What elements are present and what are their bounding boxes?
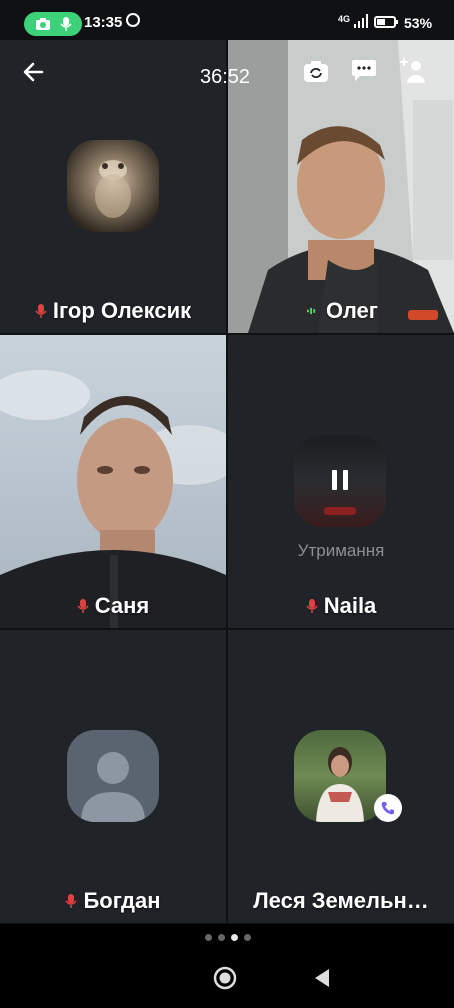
- battery-icon: [374, 16, 398, 28]
- participant-avatar: [67, 140, 159, 232]
- microphone-icon: [59, 17, 72, 31]
- page-dot[interactable]: [244, 934, 251, 941]
- user-silhouette-icon: [81, 752, 145, 822]
- network-type: 4G: [338, 14, 351, 24]
- participant-avatar: [294, 435, 386, 527]
- page-dot[interactable]: [205, 934, 212, 941]
- participant-tile[interactable]: Саня: [0, 335, 226, 628]
- hold-status: Утримання: [297, 541, 385, 560]
- call-timer: 36:52: [200, 66, 251, 88]
- participant-tile[interactable]: Богдан: [0, 630, 226, 923]
- home-button-icon[interactable]: [213, 966, 237, 990]
- battery-percentage: 53%: [404, 15, 433, 31]
- muted-microphone-icon: [77, 599, 89, 613]
- switch-camera-icon[interactable]: [302, 58, 330, 86]
- back-arrow-icon[interactable]: [20, 58, 48, 86]
- participant-name: Ігор Олексик: [52, 298, 192, 323]
- avatar-photo-icon: [316, 747, 364, 822]
- battery-level-fill: [377, 19, 385, 25]
- page-indicator: [205, 934, 251, 941]
- status-bar: 13:35 4G 53%: [0, 0, 454, 40]
- add-participant-icon[interactable]: [398, 56, 428, 86]
- participant-name-row: Леся Земельн…: [228, 888, 454, 914]
- participant-name: Богдан: [83, 888, 161, 913]
- muted-microphone-icon: [306, 599, 318, 613]
- screen-recording-indicator[interactable]: [24, 12, 82, 36]
- muted-microphone-icon: [65, 894, 78, 908]
- avatar-photo-icon: [95, 160, 131, 218]
- muted-microphone-icon: [35, 304, 47, 318]
- default-avatar: [67, 730, 159, 822]
- participant-name-row: Богдан: [0, 888, 226, 914]
- active-microphone-icon: [307, 307, 316, 315]
- pause-icon: [324, 470, 356, 515]
- participant-name-row: Ігор Олексик: [0, 298, 226, 324]
- participant-name-row: Олег: [228, 298, 454, 324]
- alarm-icon: [126, 13, 140, 27]
- participant-name: Леся Земельн…: [253, 888, 429, 913]
- participant-avatar: [294, 730, 386, 822]
- participant-tile[interactable]: Утримання Naila: [228, 335, 454, 628]
- page-dot-active[interactable]: [231, 934, 238, 941]
- participant-name: Олег: [326, 298, 378, 323]
- page-dot[interactable]: [218, 934, 225, 941]
- back-triangle-icon[interactable]: [313, 967, 331, 989]
- participant-tile[interactable]: Леся Земельн…: [228, 630, 454, 923]
- viber-badge: [374, 794, 402, 822]
- participant-video: [0, 335, 226, 628]
- signal-icon: [354, 14, 368, 28]
- participant-name-row: Саня: [0, 593, 226, 619]
- participant-name: Саня: [94, 593, 150, 618]
- camera-icon: [35, 18, 50, 30]
- chat-icon[interactable]: [350, 56, 378, 84]
- clock: 13:35: [84, 14, 123, 31]
- viber-phone-icon: [381, 802, 394, 815]
- participant-name-row: Naila: [228, 593, 454, 619]
- participant-name: Naila: [323, 593, 377, 618]
